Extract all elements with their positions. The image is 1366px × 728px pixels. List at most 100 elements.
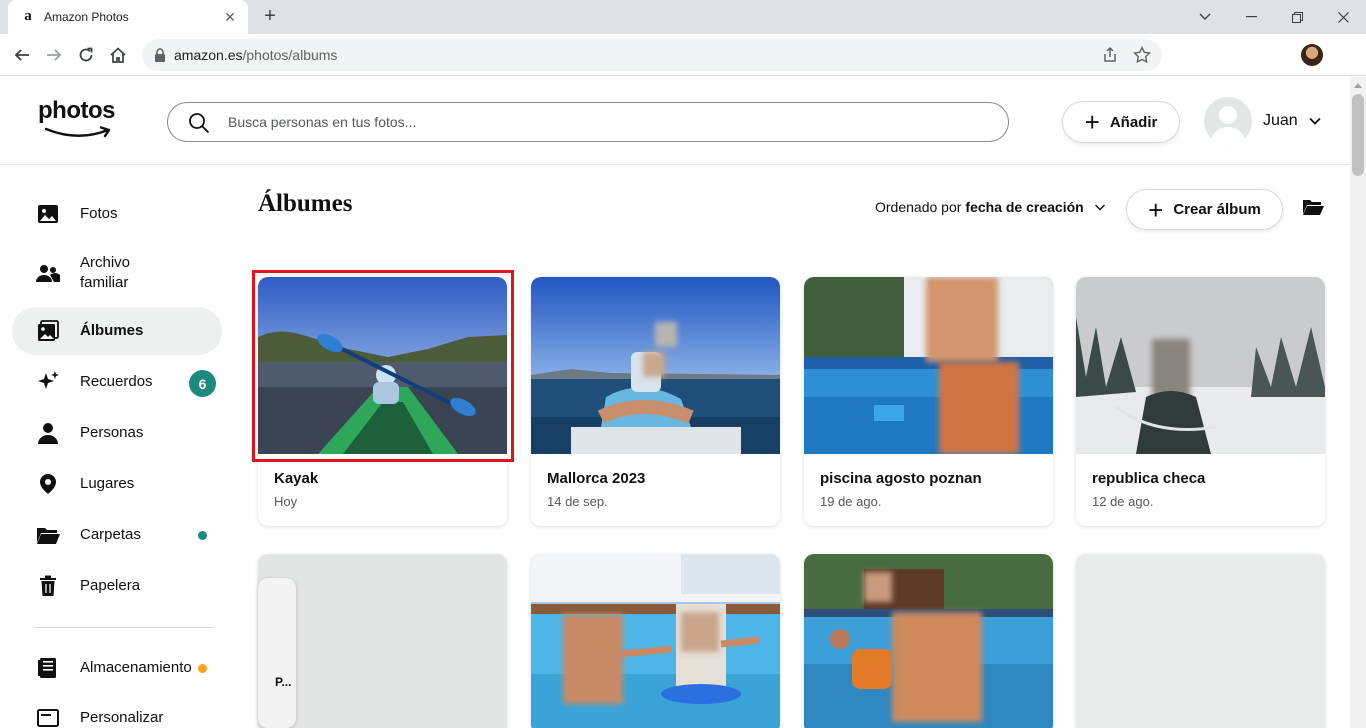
album-cover-image xyxy=(531,277,780,454)
location-pin-icon xyxy=(36,472,60,496)
new-tab-button[interactable]: + xyxy=(258,5,282,29)
sidebar-item-papelera[interactable]: Papelera xyxy=(12,562,222,610)
page-scrollbar[interactable] xyxy=(1350,77,1366,728)
user-name: Juan xyxy=(1263,112,1298,129)
sidebar-item-recuerdos[interactable]: Recuerdos 6 xyxy=(12,358,222,406)
album-card-pool-2[interactable] xyxy=(804,554,1053,728)
url-path: /photos/albums xyxy=(242,47,338,63)
forward-arrow-icon[interactable] xyxy=(40,41,68,69)
plus-icon: + xyxy=(1084,107,1100,137)
address-bar[interactable]: amazon.es/photos/albums xyxy=(142,39,1162,71)
logo-text: photos xyxy=(38,97,115,124)
sidebar-item-lugares[interactable]: Lugares xyxy=(12,460,222,508)
sidebar-divider xyxy=(34,627,214,628)
album-title: Kayak xyxy=(274,470,319,487)
album-cover-image xyxy=(804,554,1053,728)
tab-title: Amazon Photos xyxy=(44,10,129,24)
almacenamiento-status-dot xyxy=(198,664,207,673)
sidebar-item-label: Álbumes xyxy=(80,322,144,339)
album-title: republica checa xyxy=(1092,470,1206,487)
close-tab-icon[interactable]: ✕ xyxy=(222,9,238,25)
back-arrow-icon[interactable] xyxy=(8,41,36,69)
share-icon[interactable] xyxy=(1100,45,1120,65)
sort-prefix: Ordenado por xyxy=(875,199,962,215)
sidebar-item-archivo-familiar[interactable]: Archivo familiar xyxy=(12,248,222,298)
sidebar-item-albumes[interactable]: Álbumes xyxy=(12,307,222,355)
sidebar-item-label: Lugares xyxy=(80,475,135,492)
album-card-mallorca-2023[interactable]: Mallorca 2023 14 de sep. xyxy=(531,277,780,526)
scroll-up-arrow-icon[interactable] xyxy=(1354,83,1362,88)
amazon-favicon-icon: a xyxy=(24,8,32,24)
browser-tab-strip: a Amazon Photos ✕ + xyxy=(0,0,1366,34)
sidebar-item-carpetas[interactable]: Carpetas xyxy=(12,511,222,559)
album-date: 14 de sep. xyxy=(547,494,608,509)
album-date: Hoy xyxy=(274,494,298,509)
album-card-piscina-agosto-poznan[interactable]: piscina agosto poznan 19 de ago. xyxy=(804,277,1053,526)
trash-icon xyxy=(36,574,60,598)
folder-icon xyxy=(36,523,60,547)
sidebar-item-label: Papelera xyxy=(80,577,141,594)
photo-icon xyxy=(36,202,60,226)
family-icon xyxy=(36,261,60,285)
album-title: piscina agosto poznan xyxy=(820,470,982,487)
recuerdos-count-badge: 6 xyxy=(189,370,216,397)
album-cover-placeholder xyxy=(1076,554,1325,728)
app-header: photos + Añadir Juan xyxy=(0,77,1350,165)
sidebar-item-almacenamiento[interactable]: Almacenamiento xyxy=(12,644,222,692)
sort-value: fecha de creación xyxy=(965,199,1084,215)
side-tab-label: P... xyxy=(275,675,292,689)
user-menu[interactable]: Juan xyxy=(1204,97,1322,145)
search-icon[interactable] xyxy=(188,112,210,134)
sidebar-item-label: Archivo familiar xyxy=(80,254,131,291)
sidebar-item-personas[interactable]: Personas xyxy=(12,409,222,457)
add-button-label: Añadir xyxy=(1109,113,1158,131)
album-date: 12 de ago. xyxy=(1092,494,1154,509)
scroll-thumb[interactable] xyxy=(1352,94,1364,176)
chevron-down-icon xyxy=(1309,117,1321,125)
browser-tab[interactable]: a Amazon Photos ✕ xyxy=(8,0,248,34)
url-host: amazon.es xyxy=(174,47,243,63)
sidebar-item-label: Personalizar xyxy=(80,709,164,726)
album-cover-image xyxy=(804,277,1053,454)
sidebar-item-label: Recuerdos xyxy=(80,373,153,390)
plus-icon: + xyxy=(1148,194,1164,225)
album-card-kayak[interactable]: Kayak Hoy xyxy=(258,277,507,526)
album-side-tab[interactable]: P... xyxy=(258,578,296,728)
album-cover-image xyxy=(1076,277,1325,454)
lock-icon[interactable] xyxy=(154,48,166,62)
album-cover-image xyxy=(531,554,780,728)
sort-dropdown[interactable]: Ordenado por fecha de creación xyxy=(875,199,1106,215)
album-date: 19 de ago. xyxy=(820,494,882,509)
sidebar-item-fotos[interactable]: Fotos xyxy=(12,190,222,238)
browser-profile-avatar[interactable] xyxy=(1301,44,1323,66)
sparkle-icon xyxy=(36,370,60,394)
amazon-photos-logo[interactable]: photos xyxy=(38,98,118,142)
url-text[interactable]: amazon.es/photos/albums xyxy=(174,47,337,63)
bookmark-star-icon[interactable] xyxy=(1132,45,1152,65)
tab-search-chevron-icon[interactable] xyxy=(1182,0,1228,34)
search-box[interactable] xyxy=(167,102,1009,142)
person-icon xyxy=(36,421,60,445)
create-album-button[interactable]: + Crear álbum xyxy=(1126,189,1283,230)
reload-icon[interactable] xyxy=(72,41,100,69)
customize-icon xyxy=(36,706,60,728)
folder-upload-icon[interactable] xyxy=(1302,198,1326,220)
page-title: Álbumes xyxy=(258,190,353,217)
sidebar-item-label: Fotos xyxy=(80,205,118,222)
restore-window-icon[interactable] xyxy=(1274,0,1320,34)
album-card-republica-checa[interactable]: republica checa 12 de ago. xyxy=(1076,277,1325,526)
search-input[interactable] xyxy=(228,112,988,132)
storage-icon xyxy=(36,656,60,680)
album-cover-image xyxy=(258,277,507,454)
sidebar-item-label: Almacenamiento xyxy=(80,659,192,676)
album-card-pool-1[interactable] xyxy=(531,554,780,728)
carpetas-status-dot xyxy=(198,531,207,540)
close-window-icon[interactable] xyxy=(1320,0,1366,34)
minimize-window-icon[interactable] xyxy=(1228,0,1274,34)
user-avatar xyxy=(1204,97,1252,145)
sidebar-item-personalizar[interactable]: Personalizar xyxy=(12,694,222,728)
add-button[interactable]: + Añadir xyxy=(1062,101,1180,143)
sidebar: Fotos Archivo familiar Álbumes Recuerdos… xyxy=(0,166,240,728)
home-icon[interactable] xyxy=(104,41,132,69)
album-card-placeholder[interactable] xyxy=(1076,554,1325,728)
